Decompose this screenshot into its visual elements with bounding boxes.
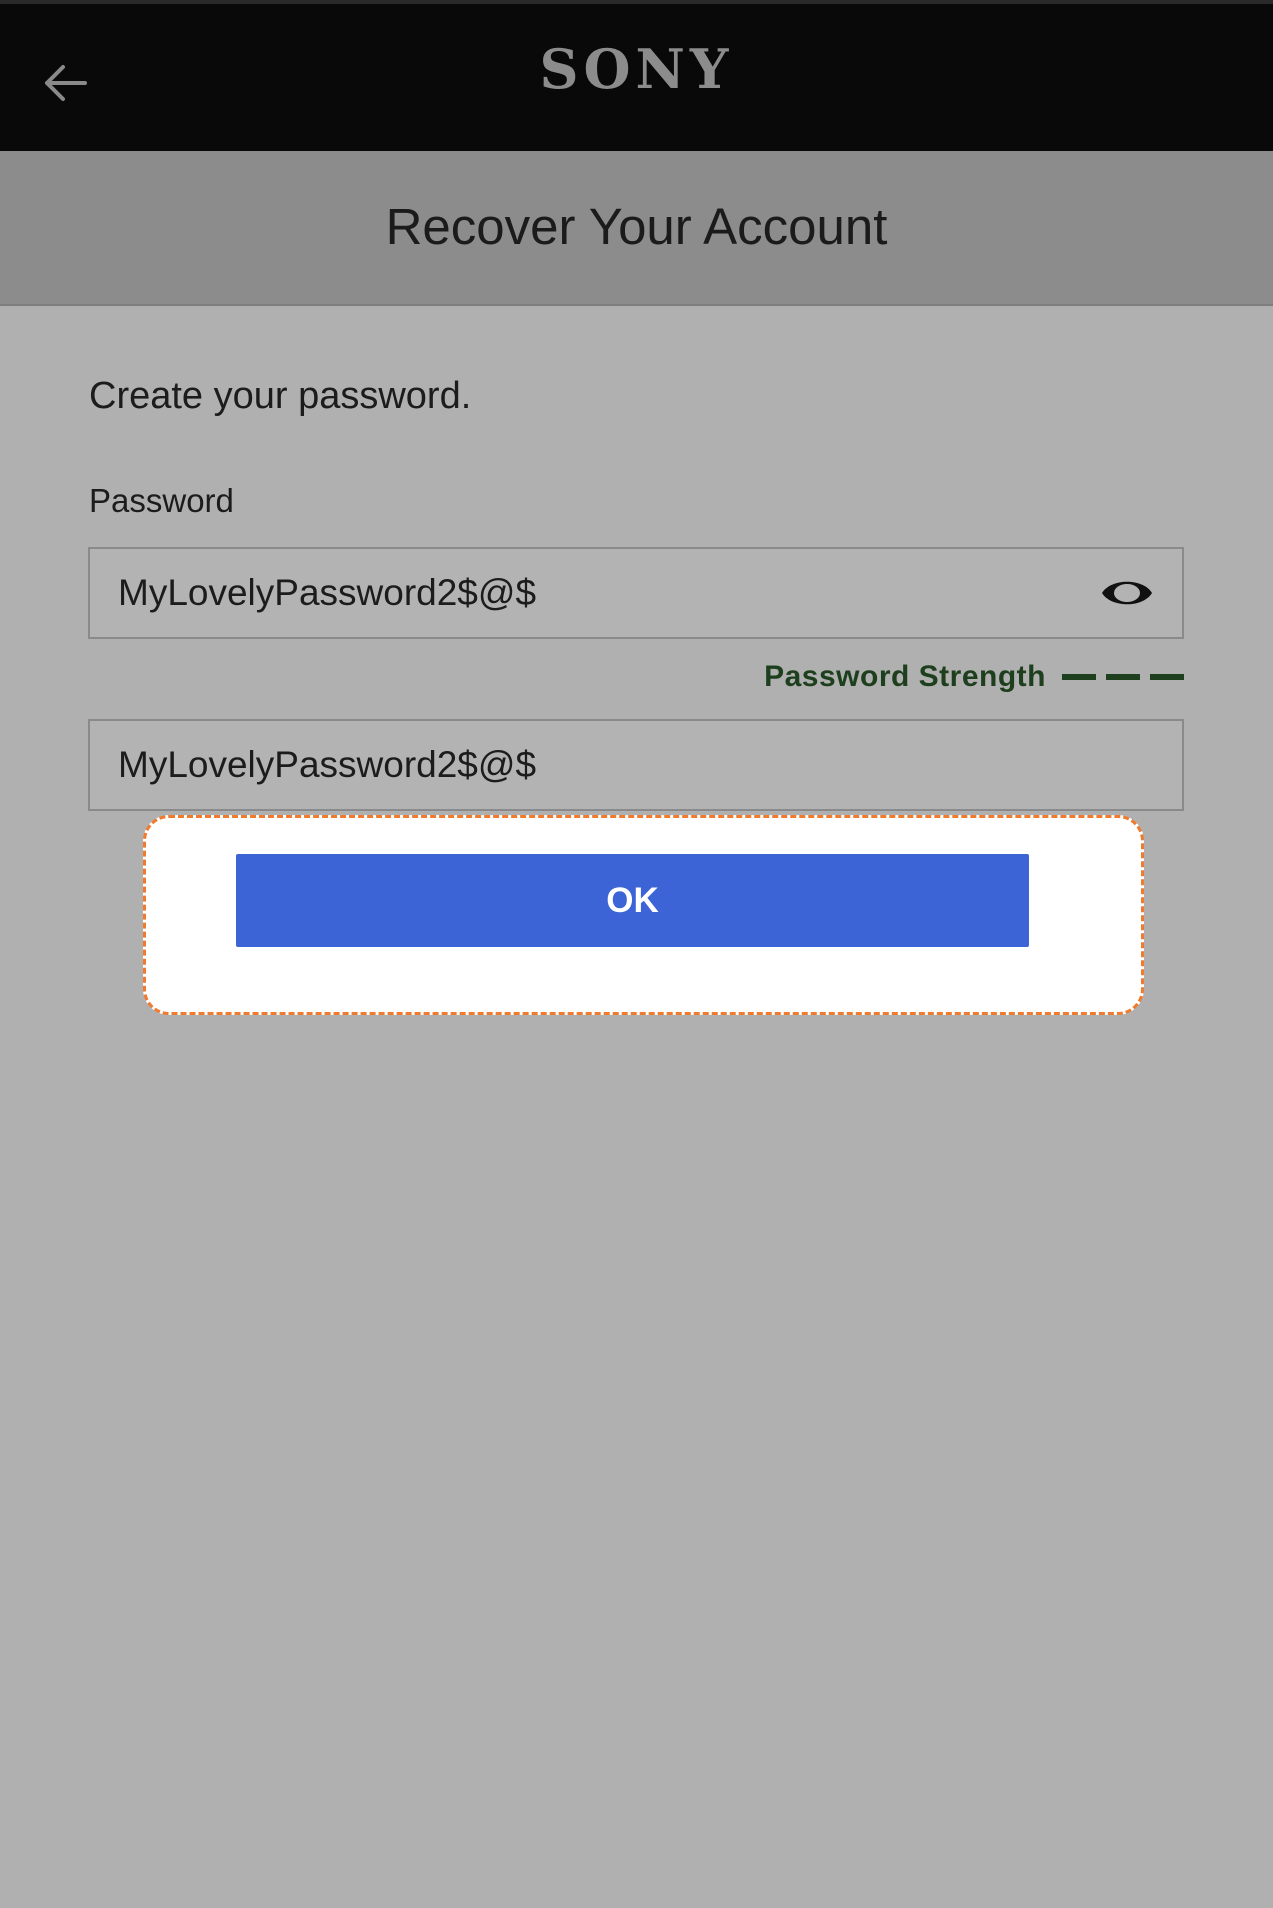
confirm-password-input-value: MyLovelyPassword2$@$	[118, 744, 537, 785]
sony-logo: SONY	[539, 37, 734, 101]
title-bar: Recover Your Account	[0, 151, 1273, 306]
strength-bar	[1062, 674, 1096, 680]
instruction-text: Create your password.	[89, 375, 472, 417]
show-password-button[interactable]	[1098, 569, 1156, 617]
password-input[interactable]: MyLovelyPassword2$@$	[88, 547, 1184, 639]
strength-bar	[1150, 674, 1184, 680]
page-title: Recover Your Account	[385, 198, 888, 255]
strength-bars	[1062, 674, 1184, 680]
password-strength-indicator: Password Strength	[764, 660, 1184, 694]
top-bar: SONY	[0, 0, 1273, 151]
password-strength-label: Password Strength	[764, 660, 1046, 693]
password-label: Password	[89, 482, 234, 519]
strength-bar	[1106, 674, 1140, 680]
password-input-value: MyLovelyPassword2$@$	[118, 572, 537, 613]
eye-icon	[1102, 581, 1152, 605]
confirm-password-input[interactable]: MyLovelyPassword2$@$	[88, 719, 1184, 811]
ok-button[interactable]: OK	[236, 854, 1029, 947]
